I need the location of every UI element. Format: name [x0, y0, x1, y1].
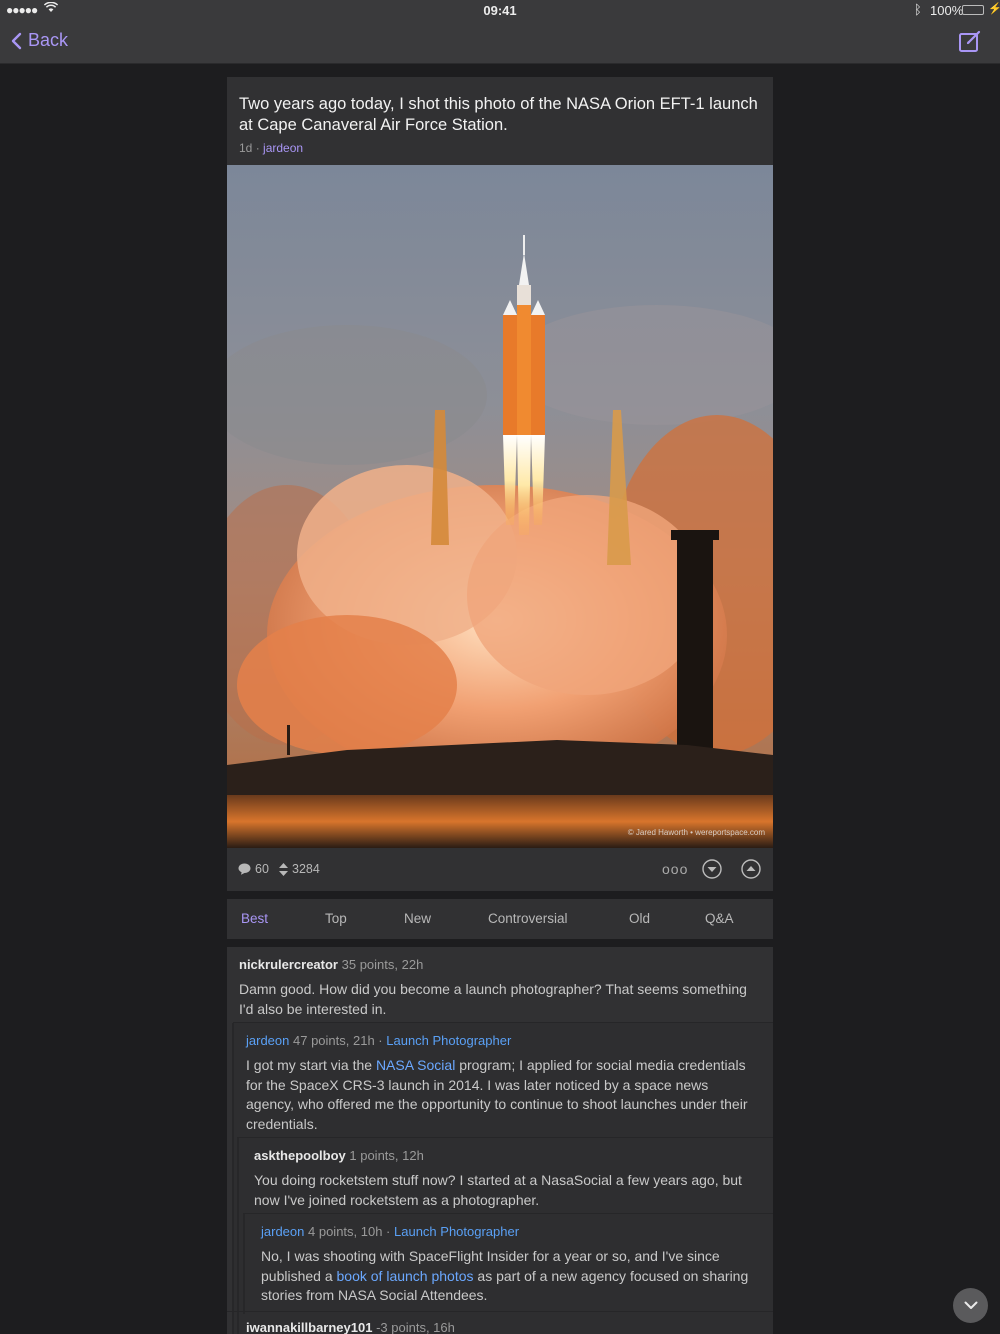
comment-body: Damn good. How did you become a launch p… [239, 981, 747, 1017]
post-age: 1d [239, 141, 253, 155]
comment[interactable]: askthepoolboy 1 points, 12h You doing ro… [254, 1148, 762, 1210]
chevron-down-icon [964, 1301, 977, 1309]
comment-meta: 47 points, 21h · [293, 1033, 383, 1048]
comment[interactable]: jardeon 47 points, 21h · Launch Photogra… [246, 1033, 760, 1134]
tab-new[interactable]: New [404, 911, 431, 926]
tab-controversial[interactable]: Controversial [488, 911, 568, 926]
comment[interactable]: jardeon 4 points, 10h · Launch Photograp… [261, 1224, 761, 1306]
post-actions: 60 3284 ooo [227, 848, 773, 891]
comment-header: askthepoolboy 1 points, 12h [254, 1148, 762, 1163]
comment-meta: 4 points, 10h · [308, 1224, 391, 1239]
comment-author[interactable]: jardeon [261, 1224, 304, 1239]
comment-header: jardeon 47 points, 21h · Launch Photogra… [246, 1033, 760, 1048]
nasa-social-link[interactable]: NASA Social [376, 1057, 455, 1073]
comment-count-value: 60 [255, 862, 269, 876]
chevron-left-icon [11, 32, 22, 49]
battery-percent: 100% [930, 3, 964, 18]
clock: 09:41 [483, 3, 517, 18]
meta-separator: · [255, 141, 260, 155]
downvote-icon[interactable] [702, 859, 722, 879]
back-button[interactable]: Back [10, 30, 68, 51]
battery-icon [962, 5, 984, 15]
post-author-link[interactable]: jardeon [263, 141, 303, 155]
bluetooth-icon: ᛒ [914, 2, 922, 17]
back-label: Back [28, 30, 69, 50]
updown-arrow-icon [279, 862, 288, 876]
user-flair: Launch Photographer [386, 1033, 512, 1048]
comment-author[interactable]: iwannakillbarney101 [246, 1320, 372, 1334]
comment[interactable]: nickrulercreator 35 points, 22h Damn goo… [239, 957, 759, 1019]
tab-qa[interactable]: Q&A [705, 911, 734, 926]
comment-meta: 35 points, 22h [341, 957, 424, 972]
navigation-bar: Back [0, 20, 1000, 64]
comment-meta: 1 points, 12h [349, 1148, 424, 1163]
divider [227, 1311, 773, 1312]
scroll-down-button[interactable] [953, 1288, 988, 1323]
more-options-button[interactable]: ooo [662, 861, 688, 877]
comment-author[interactable]: nickrulercreator [239, 957, 338, 972]
post-score: 3284 [279, 862, 320, 876]
user-flair: Launch Photographer [394, 1224, 520, 1239]
comment-body: I got my start via the NASA Social progr… [246, 1056, 760, 1134]
comment-header: iwannakillbarney101 -3 points, 16h [246, 1320, 760, 1334]
post-score-value: 3284 [292, 862, 320, 876]
comment-author[interactable]: jardeon [246, 1033, 289, 1048]
image-credit: © Jared Haworth • wereportspace.com [627, 828, 765, 837]
compose-icon[interactable] [958, 29, 982, 53]
post-header: Two years ago today, I shot this photo o… [227, 77, 773, 165]
comment-body: You doing rocketstem stuff now? I starte… [254, 1172, 742, 1208]
tab-best[interactable]: Best [241, 911, 268, 926]
comment[interactable]: iwannakillbarney101 -3 points, 16h [246, 1320, 760, 1334]
comment-count[interactable]: 60 [238, 862, 269, 876]
comment-header: nickrulercreator 35 points, 22h [239, 957, 759, 972]
post-title[interactable]: Two years ago today, I shot this photo o… [239, 94, 759, 136]
post-image[interactable]: © Jared Haworth • wereportspace.com [227, 165, 773, 848]
post-meta: 1d · jardeon [239, 141, 303, 155]
charging-icon: ⚡ [988, 3, 1000, 15]
status-bar: ●●●●● 09:41 ᛒ 100% ⚡ [0, 0, 1000, 20]
book-of-launch-photos-link[interactable]: book of launch photos [337, 1268, 474, 1284]
comment-text: I got my start via the [246, 1057, 376, 1073]
comment-author[interactable]: askthepoolboy [254, 1148, 346, 1163]
comment-body: No, I was shooting with SpaceFlight Insi… [261, 1247, 761, 1306]
comment-meta: -3 points, 16h [376, 1320, 455, 1334]
tab-old[interactable]: Old [629, 911, 650, 926]
upvote-icon[interactable] [741, 859, 761, 879]
comment-header: jardeon 4 points, 10h · Launch Photograp… [261, 1224, 761, 1239]
comment-list: nickrulercreator 35 points, 22h Damn goo… [227, 947, 773, 1334]
tab-top[interactable]: Top [325, 911, 347, 926]
comment-sort-tabs: Best Top New Controversial Old Q&A [227, 899, 773, 939]
comment-bubble-icon [238, 863, 251, 875]
